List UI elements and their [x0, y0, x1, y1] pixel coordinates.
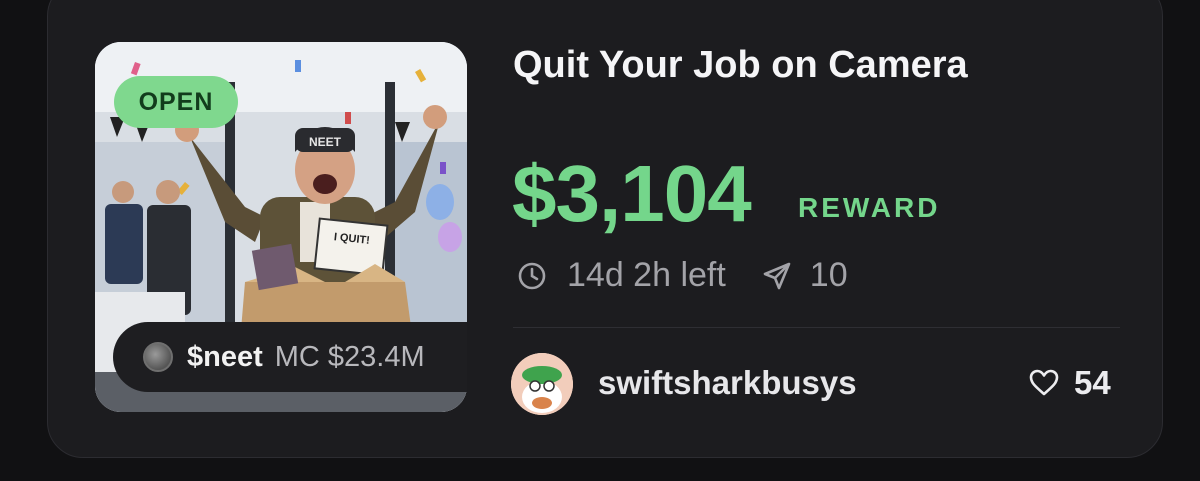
- send-icon: [760, 259, 794, 293]
- bounty-meta: 14d 2h left 10: [515, 256, 848, 295]
- cap-text: NEET: [309, 135, 342, 149]
- token-market-cap: MC $23.4M: [274, 340, 425, 373]
- like-count: 54: [1074, 364, 1111, 401]
- avatar[interactable]: [511, 353, 573, 415]
- like-button[interactable]: 54: [1028, 364, 1111, 402]
- submission-count: 10: [809, 256, 848, 294]
- time-left: 14d 2h left: [567, 256, 726, 294]
- token-icon: [143, 342, 173, 372]
- bounty-title[interactable]: Quit Your Job on Camera: [513, 44, 968, 87]
- creator-username[interactable]: swiftsharkbusys: [598, 364, 857, 402]
- reward-amount: $3,104: [512, 149, 752, 238]
- reward-label: REWARD: [798, 192, 941, 223]
- token-symbol: $neet: [187, 340, 263, 373]
- divider: [513, 327, 1120, 328]
- status-badge: OPEN: [114, 76, 238, 128]
- clock-icon: [515, 259, 549, 293]
- heart-icon: [1028, 367, 1060, 399]
- token-pill[interactable]: $neet MC $23.4M: [113, 322, 467, 392]
